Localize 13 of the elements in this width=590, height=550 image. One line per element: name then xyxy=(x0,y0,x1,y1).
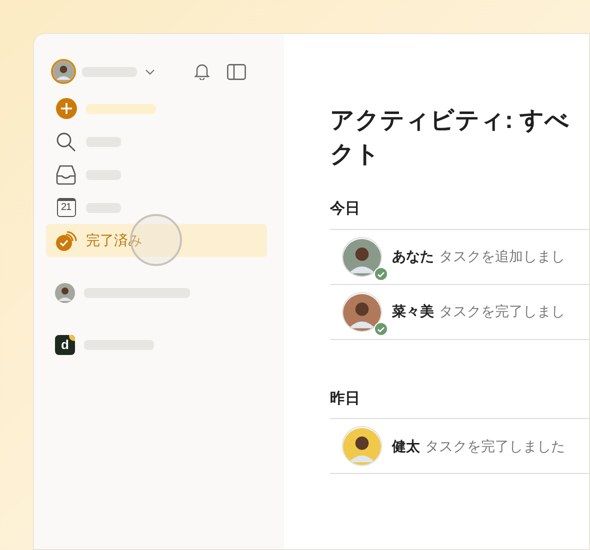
calendar-icon: 21 xyxy=(56,198,76,217)
actor-name: 菜々美 xyxy=(392,302,434,321)
actor-name: あなた xyxy=(392,247,434,266)
group-heading: 今日 xyxy=(330,198,589,230)
group-heading: 昨日 xyxy=(330,388,589,419)
activity-text: タスクを完了しました xyxy=(425,436,565,456)
logo-icon[interactable]: d xyxy=(55,335,75,355)
activity-text: タスクを完了しまし xyxy=(439,302,565,321)
page-title: アクティビティ: すべ xyxy=(330,106,571,136)
activity-text: タスクを追加しまし xyxy=(439,247,565,266)
actor-name: 健太 xyxy=(392,436,420,456)
page-title: クト xyxy=(330,140,381,170)
sidebar-item[interactable]: 21 xyxy=(46,191,267,224)
